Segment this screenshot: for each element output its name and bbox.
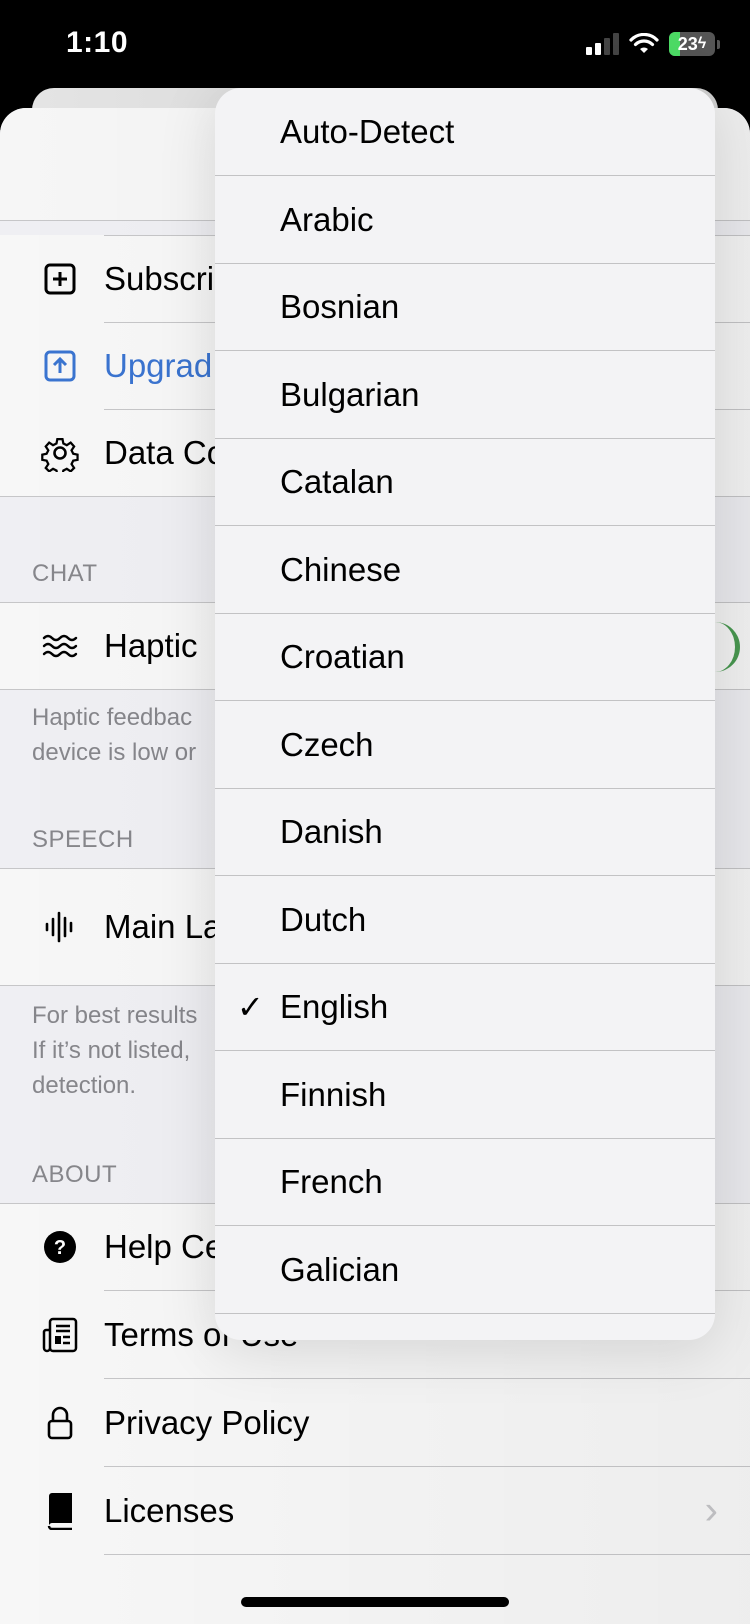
language-option-bulgarian[interactable]: Bulgarian <box>215 351 715 439</box>
language-option-chinese[interactable]: Chinese <box>215 526 715 614</box>
plus-square-icon <box>38 257 82 301</box>
home-indicator[interactable] <box>241 1597 509 1607</box>
language-menu: Auto-Detect Arabic Bosnian Bulgarian Catalan… <box>215 88 715 1340</box>
waveform-icon <box>38 905 82 949</box>
language-option-french[interactable]: French <box>215 1138 715 1226</box>
question-circle-icon: ? <box>38 1225 82 1269</box>
language-option-auto-detect[interactable]: Auto-Detect <box>215 88 715 176</box>
language-option-czech[interactable]: Czech <box>215 701 715 789</box>
about-section-header: ABOUT <box>32 1161 118 1188</box>
language-option-label: Auto-Detect <box>280 113 455 150</box>
haptic-label: Haptic <box>104 627 198 664</box>
chevron-right-icon: › <box>704 1488 718 1533</box>
language-option-label: Arabic <box>280 200 374 238</box>
book-icon <box>38 1489 82 1533</box>
status-time: 1:10 <box>66 26 129 59</box>
menu-separator <box>215 1312 715 1314</box>
checkmark-icon: ✓ <box>237 989 264 1025</box>
privacy-row[interactable]: Privacy Policy <box>0 1379 750 1467</box>
row-separator <box>104 1554 750 1555</box>
battery-tip <box>717 39 720 49</box>
language-option-english[interactable]: ✓ English <box>215 963 715 1051</box>
language-option-label: Galician <box>280 1250 400 1288</box>
arrow-up-square-icon <box>38 344 82 388</box>
language-option-bosnian[interactable]: Bosnian <box>215 263 715 351</box>
licenses-row[interactable]: Licenses › <box>0 1467 750 1555</box>
language-option-label: Catalan <box>280 463 394 500</box>
battery-level: 23 <box>677 33 698 54</box>
language-option-danish[interactable]: Danish <box>215 788 715 876</box>
lock-icon <box>38 1401 82 1445</box>
cellular-signal-icon <box>586 33 619 55</box>
help-center-label: Help Ce <box>104 1228 224 1265</box>
status-icons: 23 ϟ <box>586 32 720 56</box>
speech-section-header: SPEECH <box>32 826 134 853</box>
language-option-label: Dutch <box>280 900 367 938</box>
chat-section-header: CHAT <box>32 560 98 587</box>
language-option-label: Czech <box>280 725 374 763</box>
language-option-label: Bulgarian <box>280 375 420 413</box>
language-option-label: Croatian <box>280 638 405 675</box>
status-bar: 1:10 23 ϟ <box>0 0 750 90</box>
language-option-catalan[interactable]: Catalan <box>215 438 715 526</box>
language-option-galician[interactable]: Galician <box>215 1226 715 1314</box>
haptic-waves-icon <box>38 624 82 668</box>
main-language-label: Main La <box>104 908 222 945</box>
language-option-arabic[interactable]: Arabic <box>215 176 715 264</box>
newspaper-icon <box>38 1313 82 1357</box>
privacy-label: Privacy Policy <box>104 1404 310 1441</box>
charging-bolt-icon: ϟ <box>697 35 707 52</box>
gear-icon <box>38 431 82 475</box>
language-option-label: Chinese <box>280 550 402 588</box>
language-option-label: French <box>280 1163 383 1200</box>
language-option-finnish[interactable]: Finnish <box>215 1051 715 1139</box>
wifi-icon <box>629 33 659 53</box>
language-option-label: English <box>280 988 389 1025</box>
svg-text:?: ? <box>54 1237 66 1259</box>
upgrade-label: Upgrad <box>104 347 213 384</box>
licenses-label: Licenses <box>104 1492 235 1529</box>
language-option-croatian[interactable]: Croatian <box>215 613 715 701</box>
language-option-label: Finnish <box>280 1075 387 1113</box>
language-option-dutch[interactable]: Dutch <box>215 876 715 964</box>
data-controls-label: Data Co <box>104 434 226 471</box>
language-option-label: Danish <box>280 813 383 850</box>
language-option-label: Bosnian <box>280 288 400 325</box>
battery-icon: 23 ϟ <box>669 32 715 56</box>
subscription-label: Subscri <box>104 260 215 297</box>
